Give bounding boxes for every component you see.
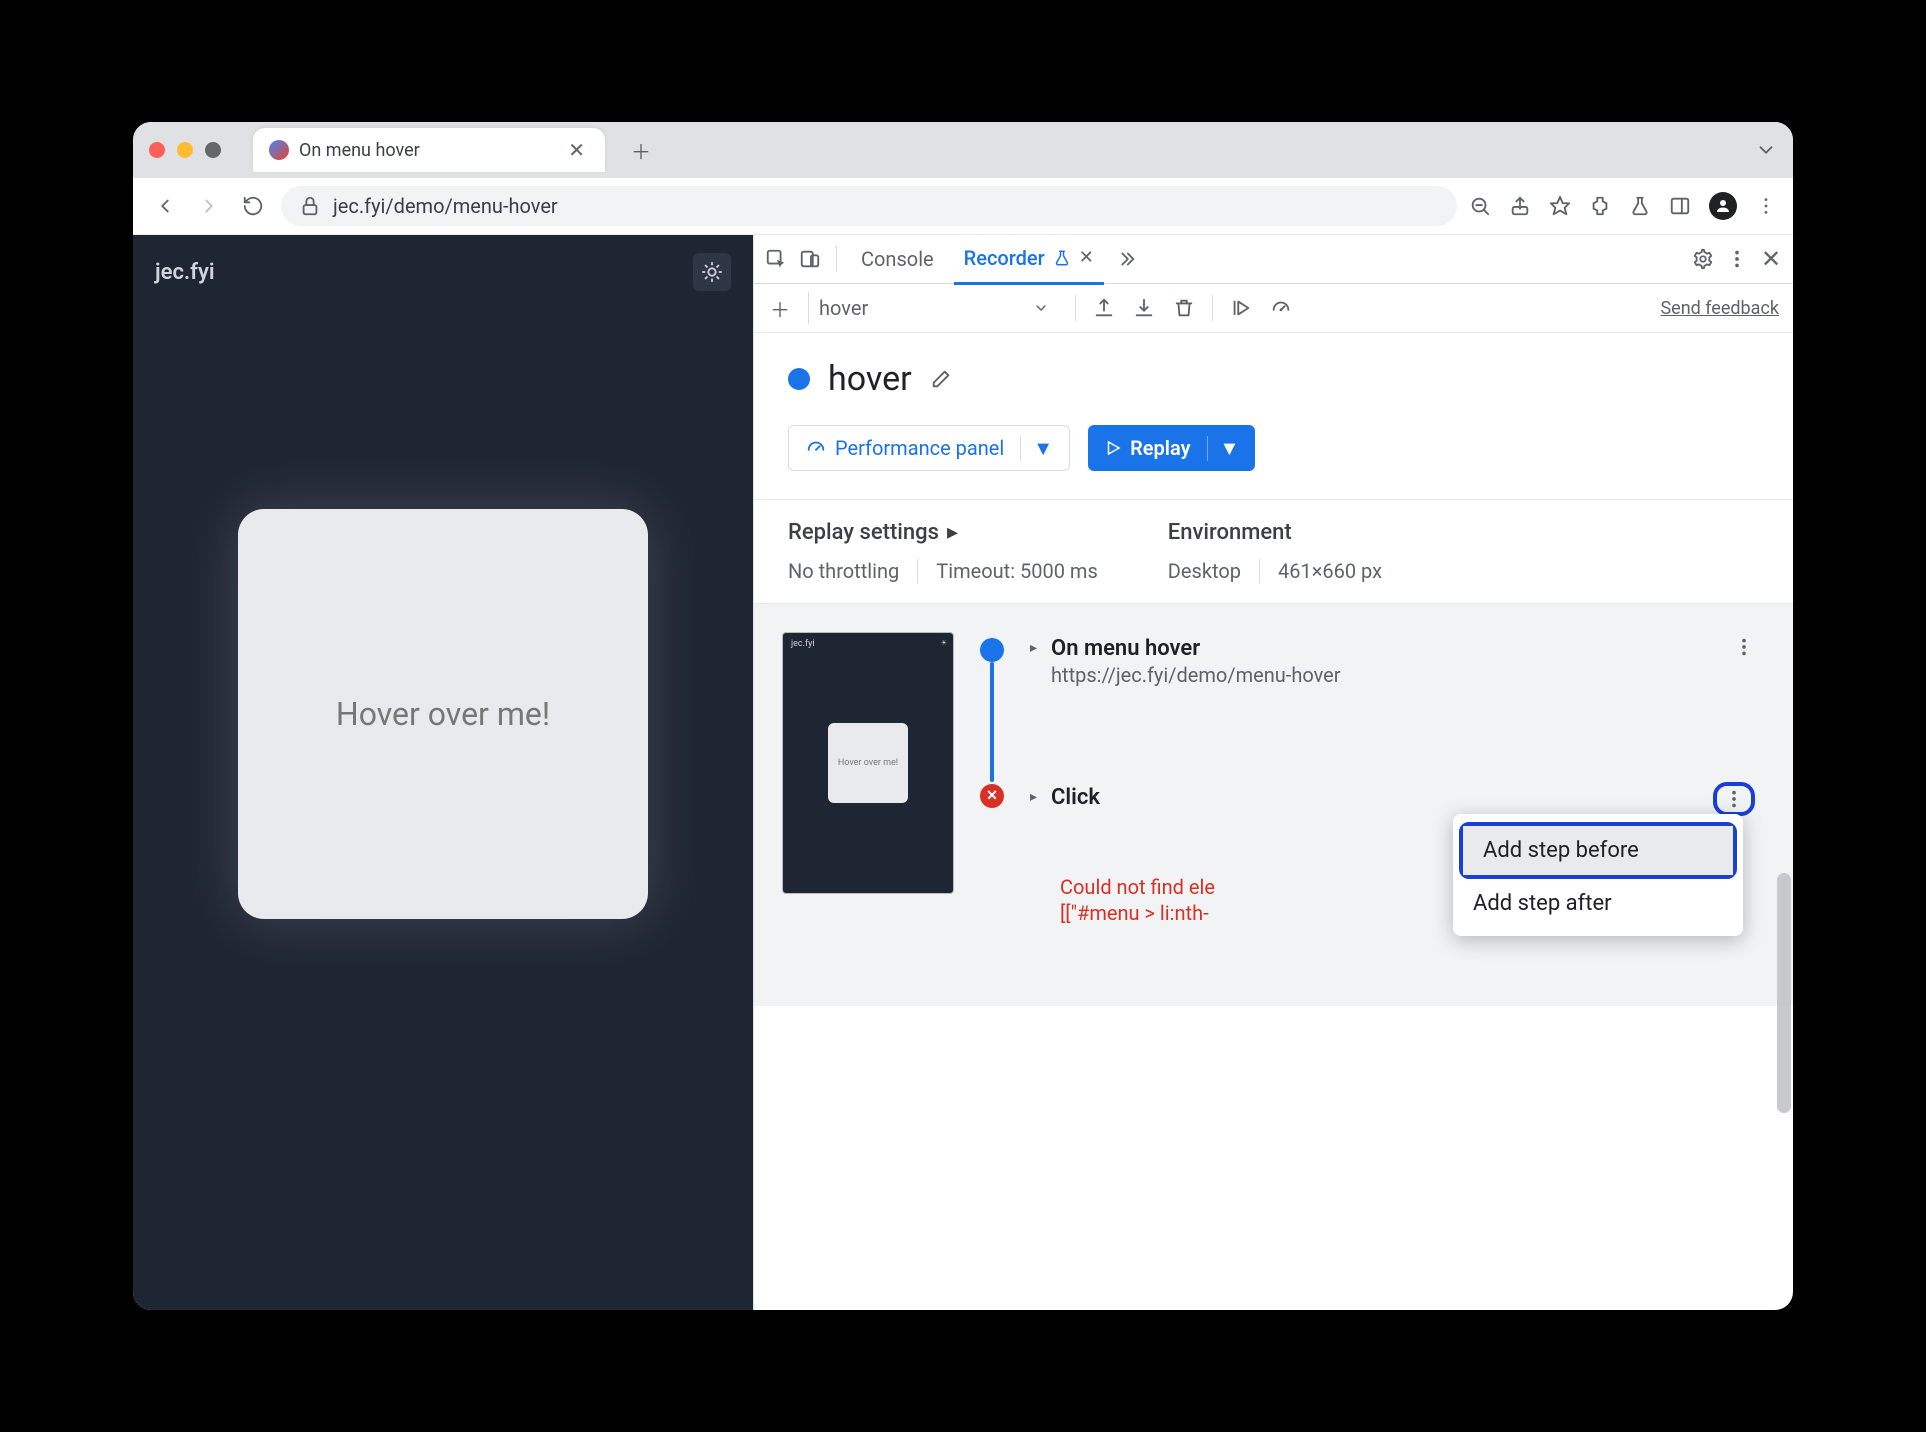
step-through-icon[interactable] [1229,296,1253,320]
devtools-tab-bar: Console Recorder ✕ ✕ [754,235,1793,284]
forward-button[interactable] [193,190,225,222]
replay-button[interactable]: Replay ▼ [1088,425,1255,471]
caret-right-icon: ▸ [947,520,958,545]
step-item-click[interactable]: ▸ Click [1030,781,1765,814]
page-site-title: jec.fyi [155,260,215,285]
page-viewport: jec.fyi Hover over me! [133,235,753,1310]
share-icon[interactable] [1509,195,1531,217]
close-tab-icon[interactable]: ✕ [564,134,589,166]
hover-card[interactable]: Hover over me! [238,509,648,919]
omnibox[interactable]: jec.fyi/demo/menu-hover [281,186,1457,226]
window-controls [149,142,221,158]
recording-status-dot [788,368,810,390]
url-text: jec.fyi/demo/menu-hover [333,194,558,218]
lock-icon [299,195,321,217]
tabs-dropdown-icon[interactable] [1755,139,1777,161]
bookmark-icon[interactable] [1549,195,1571,217]
back-button[interactable] [149,190,181,222]
chevron-down-icon[interactable]: ▼ [1207,436,1240,461]
timeline: ✕ [974,632,1010,926]
chrome-menu-icon[interactable] [1755,195,1777,217]
new-tab-button[interactable]: ＋ [627,132,655,169]
recording-title: hover [828,359,912,399]
step-context-menu: Add step before Add step after [1453,814,1743,936]
import-icon[interactable] [1132,296,1156,320]
device-toolbar-icon[interactable] [798,247,822,271]
close-devtools-icon[interactable]: ✕ [1759,247,1783,271]
zoom-icon[interactable] [1469,195,1491,217]
recording-name: hover [819,296,868,320]
extensions-icon[interactable] [1589,195,1611,217]
close-recorder-tab-icon[interactable]: ✕ [1079,247,1094,268]
dimensions-value: 461×660 px [1278,559,1382,583]
devtools-menu-icon[interactable] [1725,247,1749,271]
edit-title-button[interactable] [930,368,952,390]
tab-title: On menu hover [299,140,554,161]
new-recording-button[interactable]: ＋ [768,296,792,320]
environment-title: Environment [1168,520,1382,545]
step-dot-success-icon [980,638,1004,662]
tab-recorder[interactable]: Recorder ✕ [954,234,1104,285]
timeline-connector [990,662,994,782]
minimize-window-icon[interactable] [177,142,193,158]
toolbar-actions [1469,192,1777,220]
step-thumbnail: jec.fyi ☀ Hover over me! [782,632,954,894]
replay-settings-toggle[interactable]: Replay settings ▸ [788,520,1098,545]
close-window-icon[interactable] [149,142,165,158]
recorder-body: hover Performance panel ▼ Replay ▼ [754,333,1793,1310]
step-menu-button[interactable] [1713,782,1755,816]
performance-panel-button[interactable]: Performance panel ▼ [788,425,1070,471]
timeout-value: Timeout: 5000 ms [936,559,1098,583]
menu-item-add-step-after[interactable]: Add step after [1453,879,1743,928]
export-icon[interactable] [1092,296,1116,320]
browser-window: On menu hover ✕ ＋ jec.fyi/demo/menu-hove… [133,122,1793,1310]
menu-item-add-step-before[interactable]: Add step before [1463,826,1733,875]
favicon-icon [269,140,289,160]
delete-icon[interactable] [1172,296,1196,320]
caret-right-icon: ▸ [1030,640,1037,656]
throttling-value: No throttling [788,559,899,583]
tab-console[interactable]: Console [851,235,944,283]
step-dot-error-icon: ✕ [980,784,1004,808]
devtools-panel: Console Recorder ✕ ✕ ＋ hover [753,235,1793,1310]
chevron-down-icon[interactable]: ▼ [1020,436,1053,461]
step-title: On menu hover [1051,636,1341,661]
labs-icon[interactable] [1629,195,1651,217]
theme-toggle-button[interactable] [693,253,731,291]
step-title: Click [1051,785,1100,810]
step-menu-button[interactable] [1733,636,1755,658]
device-value: Desktop [1168,559,1241,583]
scrollbar-thumb[interactable] [1777,873,1791,1113]
reload-button[interactable] [237,190,269,222]
step-url: https://jec.fyi/demo/menu-hover [1051,663,1341,687]
steps-section: jec.fyi ☀ Hover over me! ✕ ▸ On menu [754,604,1793,1006]
inspect-icon[interactable] [764,247,788,271]
profile-avatar[interactable] [1709,192,1737,220]
side-panel-icon[interactable] [1669,195,1691,217]
hover-card-text: Hover over me! [336,695,550,733]
maximize-window-icon[interactable] [205,142,221,158]
more-tabs-icon[interactable] [1114,247,1138,271]
step-item-navigate[interactable]: ▸ On menu hover https://jec.fyi/demo/men… [1030,632,1765,691]
browser-tab[interactable]: On menu hover ✕ [253,128,605,172]
tab-strip: On menu hover ✕ ＋ [133,122,1793,178]
settings-icon[interactable] [1691,247,1715,271]
address-bar: jec.fyi/demo/menu-hover [133,178,1793,235]
slow-replay-icon[interactable] [1269,296,1293,320]
send-feedback-link[interactable]: Send feedback [1660,298,1779,319]
recording-header: hover [754,333,1793,425]
caret-right-icon: ▸ [1030,789,1037,805]
recording-selector[interactable]: hover [808,292,1059,324]
settings-section: Replay settings ▸ No throttling Timeout:… [754,499,1793,604]
recorder-toolbar: ＋ hover Send feedback [754,284,1793,333]
